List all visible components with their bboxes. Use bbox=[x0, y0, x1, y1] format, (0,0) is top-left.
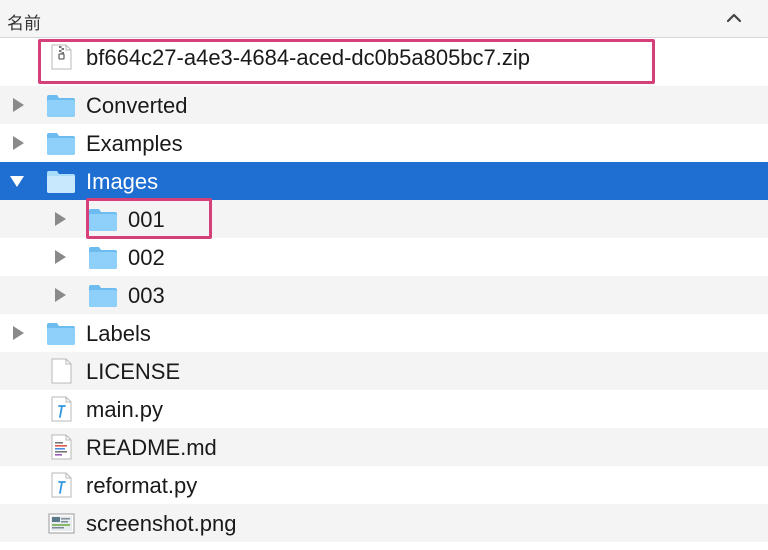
folder-row-images[interactable]: Images bbox=[0, 162, 768, 200]
file-name-label: screenshot.png bbox=[86, 511, 237, 536]
disclosure-triangle-collapsed-icon[interactable] bbox=[52, 249, 68, 265]
name-column-title: 名前 bbox=[7, 14, 41, 33]
folder-name-label: Images bbox=[86, 169, 159, 194]
folder-name-label: Labels bbox=[86, 321, 151, 346]
folder-row-001[interactable]: 001 bbox=[0, 200, 768, 238]
disclosure-triangle-collapsed-icon[interactable] bbox=[10, 97, 26, 113]
file-row-reformat-py[interactable]: reformat.py bbox=[0, 466, 768, 504]
file-row-license[interactable]: LICENSE bbox=[0, 352, 768, 390]
folder-row-003[interactable]: 003 bbox=[0, 276, 768, 314]
python-file-icon bbox=[51, 472, 72, 498]
disclosure-triangle-collapsed-icon[interactable] bbox=[10, 135, 26, 151]
folder-icon bbox=[89, 209, 117, 231]
disclosure-triangle-collapsed-icon[interactable] bbox=[52, 211, 68, 227]
disclosure-triangle-expanded-icon[interactable] bbox=[9, 173, 25, 189]
folder-icon bbox=[47, 133, 75, 155]
disclosure-triangle-collapsed-icon[interactable] bbox=[10, 325, 26, 341]
zip-file-icon bbox=[51, 44, 72, 70]
python-file-icon bbox=[51, 396, 72, 422]
folder-icon bbox=[89, 247, 117, 269]
folder-name-label: 001 bbox=[128, 207, 165, 232]
file-name-label: bf664c27-a4e3-4684-aced-dc0b5a805bc7.zip bbox=[86, 45, 531, 70]
file-row-zip[interactable]: bf664c27-a4e3-4684-aced-dc0b5a805bc7.zip bbox=[0, 38, 768, 76]
folder-icon bbox=[89, 285, 117, 307]
folder-row-converted[interactable]: Converted bbox=[0, 86, 768, 124]
folder-icon bbox=[47, 95, 75, 117]
folder-row-examples[interactable]: Examples bbox=[0, 124, 768, 162]
file-name-label: README.md bbox=[86, 435, 217, 460]
disclosure-triangle-collapsed-icon[interactable] bbox=[52, 287, 68, 303]
folder-name-label: 002 bbox=[128, 245, 165, 270]
file-name-label: main.py bbox=[86, 397, 164, 422]
file-row-screenshot-png[interactable]: screenshot.png bbox=[0, 504, 768, 542]
file-name-label: reformat.py bbox=[86, 473, 198, 498]
folder-row-002[interactable]: 002 bbox=[0, 238, 768, 276]
text-document-icon bbox=[51, 434, 72, 460]
folder-icon bbox=[47, 171, 75, 193]
folder-icon bbox=[47, 323, 75, 345]
folder-name-label: Converted bbox=[86, 93, 188, 118]
file-name-label: LICENSE bbox=[86, 359, 181, 384]
folder-row-labels[interactable]: Labels bbox=[0, 314, 768, 352]
folder-name-label: Examples bbox=[86, 131, 183, 156]
chevron-up-icon[interactable] bbox=[724, 8, 744, 28]
blank-document-icon bbox=[51, 358, 72, 384]
file-row-main-py[interactable]: main.py bbox=[0, 390, 768, 428]
folder-name-label: 003 bbox=[128, 283, 165, 308]
file-row-readme[interactable]: README.md bbox=[0, 428, 768, 466]
column-header[interactable]: 名前 bbox=[0, 0, 768, 38]
image-file-icon bbox=[48, 513, 75, 534]
